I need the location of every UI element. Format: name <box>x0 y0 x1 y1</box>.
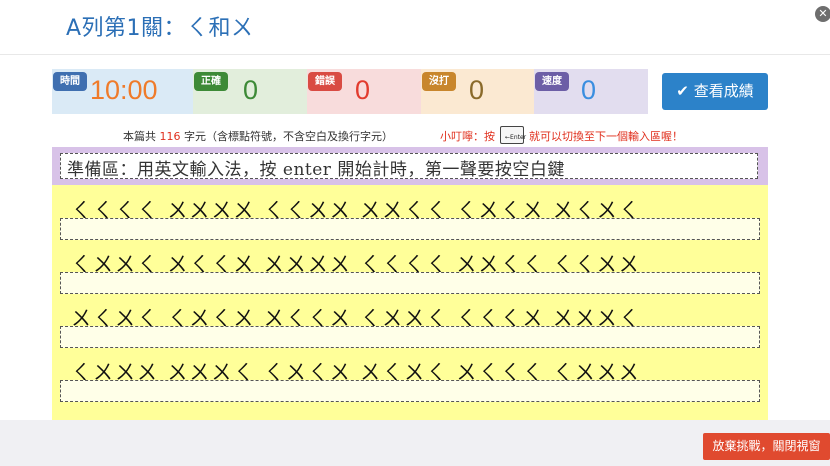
close-icon[interactable]: ✕ <box>815 6 830 22</box>
view-results-label: 查看成績 <box>693 82 754 100</box>
stat-correct: 正確 0 <box>193 69 307 114</box>
typing-zone: ㄑㄑㄑㄑ ㄨㄨㄨㄨ ㄑㄑㄨㄨ ㄨㄨㄑㄑ ㄑㄨㄑㄨ ㄨㄑㄨㄑ ㄑㄨㄨㄑ ㄨㄑㄑㄨ … <box>52 185 768 420</box>
typing-line: ㄑㄨㄨㄑ ㄨㄑㄑㄨ ㄨㄨㄨㄨ ㄑㄑㄑㄑ ㄨㄨㄑㄑ ㄑㄑㄨㄨ <box>52 239 768 294</box>
stat-time-label: 時間 <box>53 72 87 91</box>
char-count-info: 本篇共 116 字元（含標點符號，不含空白及換行字元） <box>123 128 393 144</box>
tip-after: 就可以切換至下一個輸入區喔！ <box>529 130 683 143</box>
check-icon: ✔ <box>676 82 689 100</box>
stat-time: 時間 10:00 <box>52 69 193 114</box>
stat-correct-value: 0 <box>243 75 259 105</box>
line-input[interactable] <box>60 218 760 240</box>
stat-missed-label: 沒打 <box>422 72 456 91</box>
tip-before: 小叮嚀：按 <box>440 130 495 143</box>
stat-speed: 速度 0 <box>534 69 648 114</box>
stat-missed-value: 0 <box>469 75 485 105</box>
typing-line: ㄑㄑㄑㄑ ㄨㄨㄨㄨ ㄑㄑㄨㄨ ㄨㄨㄑㄑ ㄑㄨㄑㄨ ㄨㄑㄨㄑ <box>52 185 768 240</box>
view-results-button[interactable]: ✔ 查看成績 <box>662 73 768 110</box>
stat-speed-value: 0 <box>581 75 597 105</box>
stat-time-value: 10:00 <box>90 75 158 105</box>
prep-zone: 準備區：用英文輸入法，按 enter 開始計時，第一聲要按空白鍵 <box>52 147 768 185</box>
line-input[interactable] <box>60 326 760 348</box>
stat-wrong-value: 0 <box>355 75 371 105</box>
enter-key-label: ←Enter <box>505 134 527 141</box>
stat-missed: 沒打 0 <box>421 69 534 114</box>
typing-line: ㄑㄨㄨㄨ ㄨㄨㄨㄑ ㄑㄨㄑㄨ ㄨㄑㄨㄑ ㄨㄑㄑㄑ ㄑㄨㄨㄨ <box>52 347 768 402</box>
enter-key-icon: ←Enter <box>500 126 527 144</box>
info-suffix: 字元（含標點符號，不含空白及換行字元） <box>184 130 393 143</box>
stat-wrong-label: 錯誤 <box>308 72 342 91</box>
header-divider <box>0 54 830 55</box>
stat-wrong: 錯誤 0 <box>307 69 421 114</box>
line-input[interactable] <box>60 272 760 294</box>
stats-bar: 時間 10:00 正確 0 錯誤 0 沒打 0 速度 0 <box>52 69 648 114</box>
info-count: 116 <box>159 130 181 143</box>
prep-input[interactable]: 準備區：用英文輸入法，按 enter 開始計時，第一聲要按空白鍵 <box>60 153 758 180</box>
info-prefix: 本篇共 <box>123 130 156 143</box>
stat-speed-label: 速度 <box>535 72 569 91</box>
quit-challenge-button[interactable]: 放棄挑戰，關閉視窗 <box>703 433 830 460</box>
stat-correct-label: 正確 <box>194 72 228 91</box>
prep-instruction: 準備區：用英文輸入法，按 enter 開始計時，第一聲要按空白鍵 <box>67 160 565 180</box>
line-input[interactable] <box>60 380 760 402</box>
page-title: A列第1關：ㄑ和ㄨ <box>66 16 254 41</box>
typing-line: ㄨㄑㄨㄑ ㄑㄨㄑㄨ ㄨㄑㄑㄨ ㄑㄨㄨㄑ ㄑㄑㄑㄨ ㄨㄨㄨㄑ <box>52 293 768 348</box>
